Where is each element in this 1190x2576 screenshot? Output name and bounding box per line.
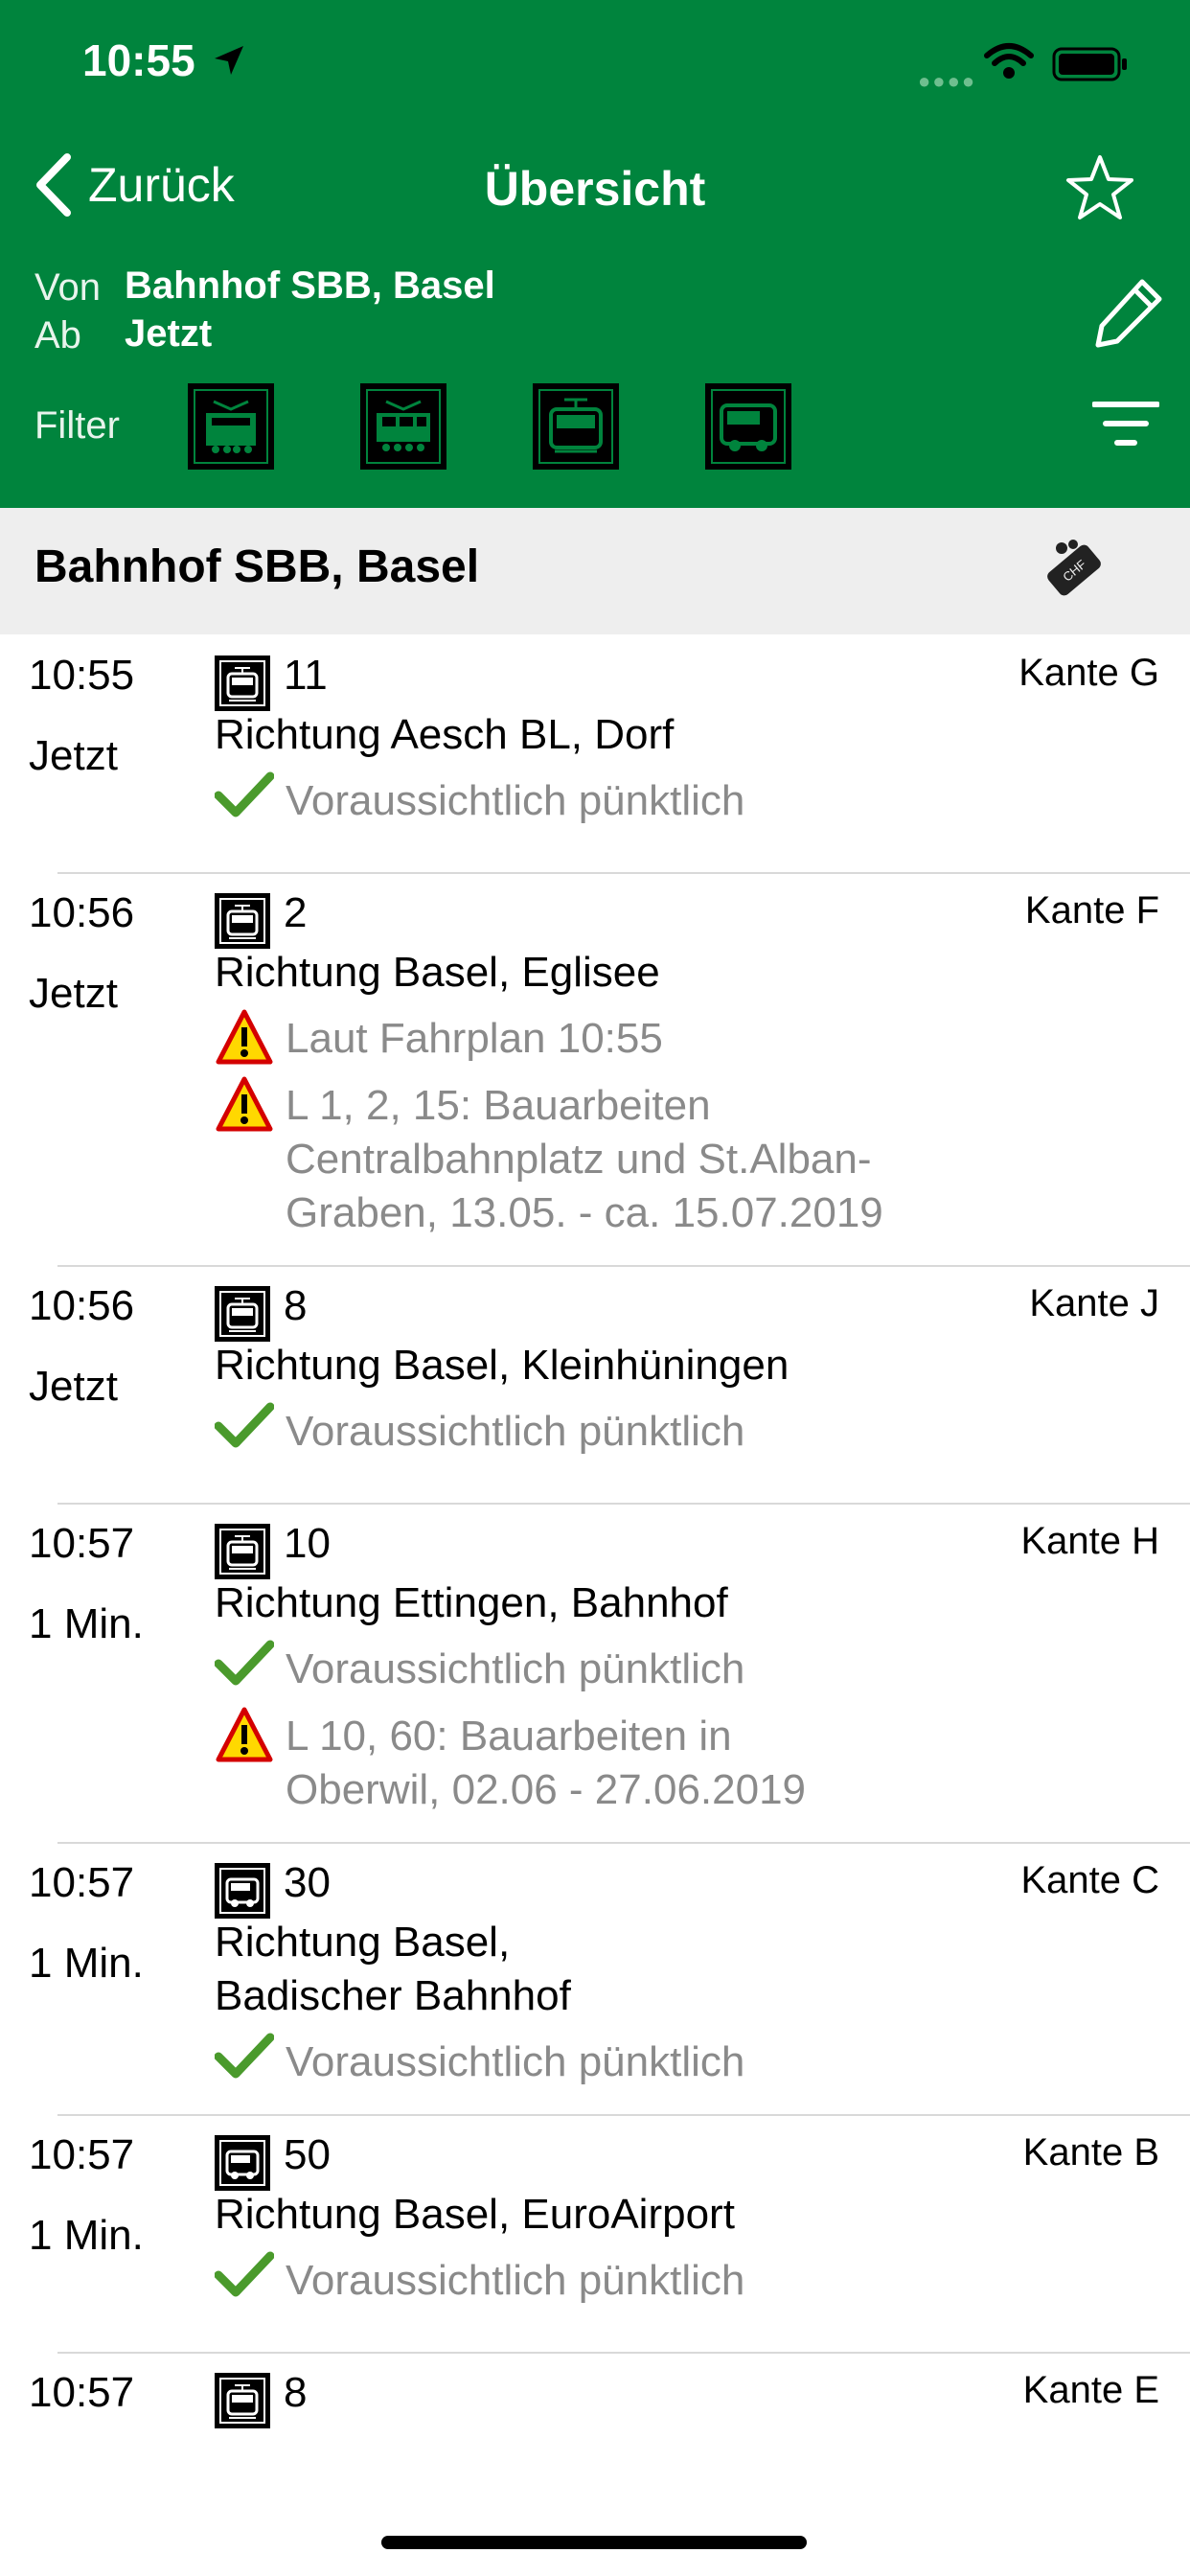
- check-icon: [214, 1639, 275, 1691]
- departure-time: 10:56: [29, 889, 135, 936]
- check-icon: [214, 2032, 275, 2084]
- station-header: Bahnhof SBB, Basel CHF: [0, 508, 1190, 634]
- departure-time: 10:57: [29, 1859, 135, 1906]
- header: 10:55 ●●●● Zurück Übersicht Von Bahnhof …: [0, 0, 1190, 508]
- status-message: Voraussichtlich pünktlich: [286, 1408, 745, 1455]
- departure-time: 10:57: [29, 2369, 135, 2416]
- wifi-icon: [984, 43, 1034, 79]
- platform-label: Kante J: [1029, 1282, 1159, 1324]
- departure-countdown: 1 Min.: [29, 1940, 144, 1987]
- filter-label: Filter: [34, 404, 120, 447]
- direction-text: Richtung Ettingen, Bahnhof: [215, 1579, 728, 1626]
- signal-icon: ●●●●: [918, 69, 977, 93]
- favorite-star-icon[interactable]: [1065, 153, 1134, 222]
- row-divider: [57, 2114, 1190, 2116]
- direction-text: Badischer Bahnhof: [215, 1972, 571, 2019]
- direction-text: Richtung Basel, Kleinhüningen: [215, 1342, 790, 1389]
- direction-text: Richtung Aesch BL, Dorf: [215, 711, 675, 758]
- departure-time: 10:57: [29, 1520, 135, 1567]
- warning-icon: [215, 1008, 274, 1070]
- platform-label: Kante C: [1020, 1859, 1159, 1901]
- direction-text: Richtung Basel,: [215, 1919, 511, 1966]
- line-number: 8: [284, 2369, 308, 2416]
- departure-countdown: Jetzt: [29, 1363, 118, 1410]
- direction-text: Richtung Basel, EuroAirport: [215, 2191, 735, 2238]
- status-message: Voraussichtlich pünktlich: [286, 1645, 745, 1692]
- line-number: 50: [284, 2131, 331, 2178]
- platform-label: Kante F: [1024, 889, 1159, 932]
- ticket-chf-icon[interactable]: CHF: [1041, 537, 1108, 604]
- tram-icon: [215, 1524, 270, 1579]
- warning-message: L 10, 60: Bauarbeiten in: [286, 1713, 732, 1760]
- line-number: 8: [284, 1282, 308, 1329]
- filter-bus-icon[interactable]: [705, 383, 791, 470]
- from-label: Von: [34, 266, 101, 309]
- line-number: 10: [284, 1520, 331, 1567]
- warning-message: L 1, 2, 15: Bauarbeiten: [286, 1082, 711, 1129]
- platform-label: Kante B: [1022, 2131, 1159, 2174]
- tram-icon: [215, 656, 270, 711]
- home-indicator[interactable]: [381, 2536, 807, 2549]
- row-divider: [57, 1842, 1190, 1844]
- check-icon: [214, 1401, 275, 1454]
- bus-icon: [215, 1863, 270, 1919]
- status-message: Voraussichtlich pünktlich: [286, 2257, 745, 2304]
- battery-icon: [1052, 47, 1127, 81]
- warning-message: Centralbahnplatz und St.Alban-: [286, 1136, 872, 1183]
- check-icon: [214, 2250, 275, 2303]
- platform-label: Kante E: [1022, 2369, 1159, 2411]
- filter-tram-icon[interactable]: [533, 383, 619, 470]
- departure-countdown: 1 Min.: [29, 2212, 144, 2259]
- filter-regional-train-icon[interactable]: [360, 383, 446, 470]
- line-number: 30: [284, 1859, 331, 1906]
- row-divider: [57, 1503, 1190, 1505]
- warning-message: Graben, 13.05. - ca. 15.07.2019: [286, 1189, 883, 1236]
- departure-countdown: Jetzt: [29, 970, 118, 1017]
- bus-icon: [215, 2135, 270, 2191]
- from-value[interactable]: Bahnhof SBB, Basel: [125, 264, 495, 308]
- time-label: Ab: [34, 314, 81, 356]
- row-divider: [57, 872, 1190, 874]
- departure-time: 10:56: [29, 1282, 135, 1329]
- tram-icon: [215, 2373, 270, 2428]
- tram-icon: [215, 1286, 270, 1342]
- departure-time: 10:57: [29, 2131, 135, 2178]
- status-message: Voraussichtlich pünktlich: [286, 2038, 745, 2085]
- departure-time: 10:55: [29, 652, 135, 699]
- warning-message: Laut Fahrplan 10:55: [286, 1015, 663, 1062]
- departure-countdown: 1 Min.: [29, 1600, 144, 1647]
- filter-train-icon[interactable]: [188, 383, 274, 470]
- sort-filter-icon[interactable]: [1092, 401, 1159, 448]
- station-name: Bahnhof SBB, Basel: [34, 541, 480, 592]
- warning-icon: [215, 1706, 274, 1768]
- page-title: Übersicht: [484, 162, 706, 216]
- edit-pencil-icon[interactable]: [1092, 276, 1165, 349]
- location-arrow-icon: [215, 46, 243, 75]
- row-divider: [57, 2352, 1190, 2354]
- time-value[interactable]: Jetzt: [125, 312, 212, 356]
- platform-label: Kante G: [1018, 652, 1159, 694]
- line-number: 2: [284, 889, 308, 936]
- platform-label: Kante H: [1020, 1520, 1159, 1562]
- departure-countdown: Jetzt: [29, 732, 118, 779]
- warning-icon: [215, 1075, 274, 1138]
- status-time: 10:55: [82, 35, 195, 85]
- tram-icon: [215, 893, 270, 949]
- check-icon: [214, 770, 275, 823]
- status-message: Voraussichtlich pünktlich: [286, 777, 745, 824]
- direction-text: Richtung Basel, Eglisee: [215, 949, 660, 996]
- line-number: 11: [284, 652, 328, 699]
- warning-message: Oberwil, 02.06 - 27.06.2019: [286, 1766, 807, 1813]
- row-divider: [57, 1265, 1190, 1267]
